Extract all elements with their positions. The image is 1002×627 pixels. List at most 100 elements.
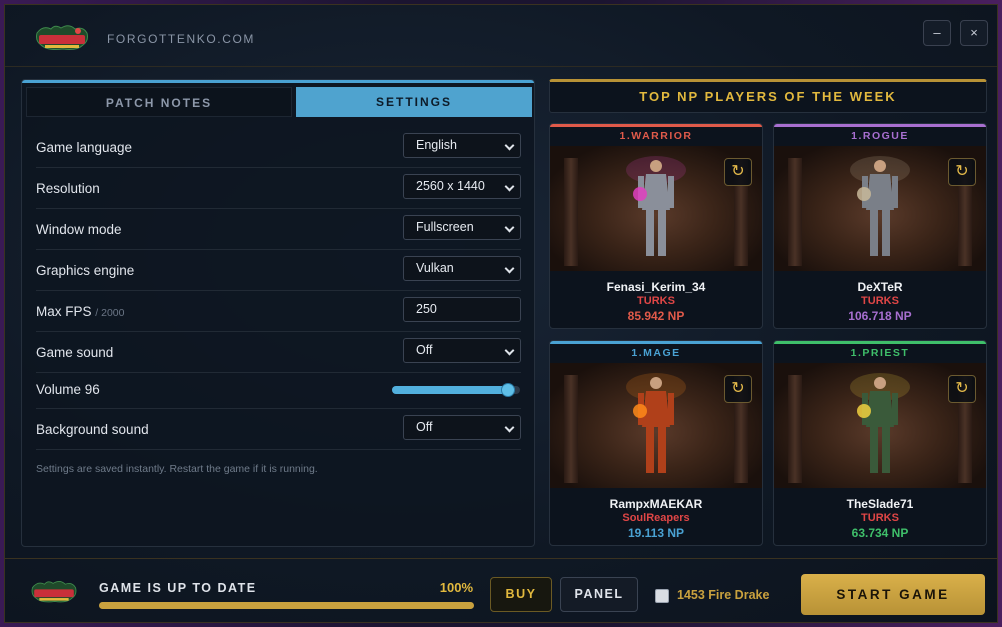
close-button[interactable]: × (960, 20, 988, 46)
setting-row-window-mode: Window mode Fullscreen (36, 209, 521, 250)
character-preview: ↻ (550, 363, 762, 488)
max-fps-label: Max FPS / 2000 (36, 304, 124, 319)
volume-label: Volume 96 (36, 382, 100, 397)
resolution-value: 2560 x 1440 (416, 179, 485, 193)
character-figure (850, 373, 910, 473)
launcher-window: FORGOTTENKO.COM – × PATCH NOTES SETTINGS… (4, 4, 998, 623)
player-guild: TURKS (637, 295, 675, 307)
volume-slider-fill (392, 386, 515, 394)
pillar-left (788, 375, 802, 483)
setting-row-language: Game language English (36, 127, 521, 168)
player-card[interactable]: 1.ROGUE ↻ DeXTeR TURKS 106.718 NP (773, 123, 987, 329)
graphics-engine-value: Vulkan (416, 261, 454, 275)
fire-drake-label: 1453 Fire Drake (677, 588, 770, 602)
player-np: 63.734 NP (851, 526, 909, 540)
volume-slider-handle[interactable] (501, 383, 516, 397)
chevron-down-icon (504, 222, 515, 233)
window-mode-value: Fullscreen (416, 220, 474, 234)
player-card[interactable]: 1.WARRIOR ↻ Fenasi_Kerim_34 TURKS 85.942… (549, 123, 763, 329)
card-accent-bar (774, 124, 986, 127)
player-name: DeXTeR (857, 280, 903, 294)
update-percent: 100% (439, 580, 473, 595)
chevron-down-icon (504, 181, 515, 192)
character-preview: ↻ (774, 363, 986, 488)
chevron-down-icon (504, 345, 515, 356)
background-sound-select[interactable]: Off (403, 415, 521, 440)
settings-list: Game language English Resolution 2560 x … (36, 127, 521, 450)
tab-settings[interactable]: SETTINGS (296, 87, 532, 117)
graphics-engine-label: Graphics engine (36, 263, 135, 278)
player-name: Fenasi_Kerim_34 (606, 280, 706, 294)
setting-row-max-fps: Max FPS / 2000 250 (36, 291, 521, 332)
window-mode-label: Window mode (36, 222, 122, 237)
panel-accent-line (22, 80, 534, 83)
pillar-left (788, 158, 802, 266)
update-progress-bar (99, 602, 474, 609)
minimize-button[interactable]: – (923, 20, 951, 46)
volume-slider[interactable] (392, 383, 520, 397)
setting-row-resolution: Resolution 2560 x 1440 (36, 168, 521, 209)
background-sound-value: Off (416, 420, 433, 434)
graphics-engine-select[interactable]: Vulkan (403, 256, 521, 281)
top-players-header: TOP NP PLAYERS OF THE WEEK (549, 79, 987, 113)
panel-button[interactable]: PANEL (560, 577, 638, 612)
forgottenko-logo-small (31, 581, 77, 603)
character-figure (626, 373, 686, 473)
game-sound-value: Off (416, 343, 433, 357)
player-name: TheSlade71 (846, 497, 914, 511)
card-rank: 1.MAGE (631, 347, 681, 359)
player-card[interactable]: 1.MAGE ↻ RampxMAEKAR SoulReapers 19.113 … (549, 340, 763, 546)
refresh-icon[interactable]: ↻ (724, 158, 752, 186)
setting-row-background-sound: Background sound Off (36, 409, 521, 450)
bottom-bar: GAME IS UP TO DATE 100% BUY PANEL 1453 F… (5, 558, 997, 624)
character-figure (850, 156, 910, 256)
card-rank: 1.PRIEST (850, 347, 910, 359)
site-name: FORGOTTENKO.COM (107, 32, 255, 46)
refresh-icon[interactable]: ↻ (948, 375, 976, 403)
forgottenko-logo (36, 25, 88, 50)
player-np: 85.942 NP (627, 309, 685, 323)
buy-button[interactable]: BUY (490, 577, 552, 612)
character-preview: ↻ (774, 146, 986, 271)
card-accent-bar (550, 124, 762, 127)
refresh-icon[interactable]: ↻ (724, 375, 752, 403)
update-status: GAME IS UP TO DATE (99, 581, 257, 595)
settings-panel: PATCH NOTES SETTINGS Game language Engli… (21, 79, 535, 547)
chevron-down-icon (504, 263, 515, 274)
setting-row-graphics-engine: Graphics engine Vulkan (36, 250, 521, 291)
player-guild: TURKS (861, 295, 899, 307)
game-sound-label: Game sound (36, 345, 114, 360)
refresh-icon[interactable]: ↻ (948, 158, 976, 186)
character-preview: ↻ (550, 146, 762, 271)
chevron-down-icon (504, 140, 515, 151)
card-accent-bar (774, 341, 986, 344)
card-accent-bar (550, 341, 762, 344)
settings-note: Settings are saved instantly. Restart th… (36, 463, 318, 475)
max-fps-input[interactable]: 250 (403, 297, 521, 322)
fire-drake-checkbox[interactable] (655, 589, 669, 603)
language-select[interactable]: English (403, 133, 521, 158)
window-mode-select[interactable]: Fullscreen (403, 215, 521, 240)
update-progress-fill (99, 602, 474, 609)
character-figure (626, 156, 686, 256)
card-rank: 1.WARRIOR (619, 130, 693, 142)
pillar-left (564, 158, 578, 266)
max-fps-label-text: Max FPS (36, 304, 92, 319)
setting-row-game-sound: Game sound Off (36, 332, 521, 373)
start-game-button[interactable]: START GAME (801, 574, 985, 615)
pillar-left (564, 375, 578, 483)
game-sound-select[interactable]: Off (403, 338, 521, 363)
setting-row-volume: Volume 96 (36, 373, 521, 409)
player-guild: SoulReapers (622, 512, 690, 524)
tab-bar: PATCH NOTES SETTINGS (26, 87, 532, 117)
chevron-down-icon (504, 422, 515, 433)
background-sound-label: Background sound (36, 422, 149, 437)
player-np: 19.113 NP (627, 526, 685, 540)
title-bar: FORGOTTENKO.COM – × (5, 5, 997, 67)
player-card[interactable]: 1.PRIEST ↻ TheSlade71 TURKS 63.734 NP (773, 340, 987, 546)
card-rank: 1.ROGUE (851, 130, 909, 142)
tab-patch-notes[interactable]: PATCH NOTES (26, 87, 292, 117)
max-fps-limit: / 2000 (95, 307, 125, 319)
resolution-select[interactable]: 2560 x 1440 (403, 174, 521, 199)
player-name: RampxMAEKAR (609, 497, 703, 511)
